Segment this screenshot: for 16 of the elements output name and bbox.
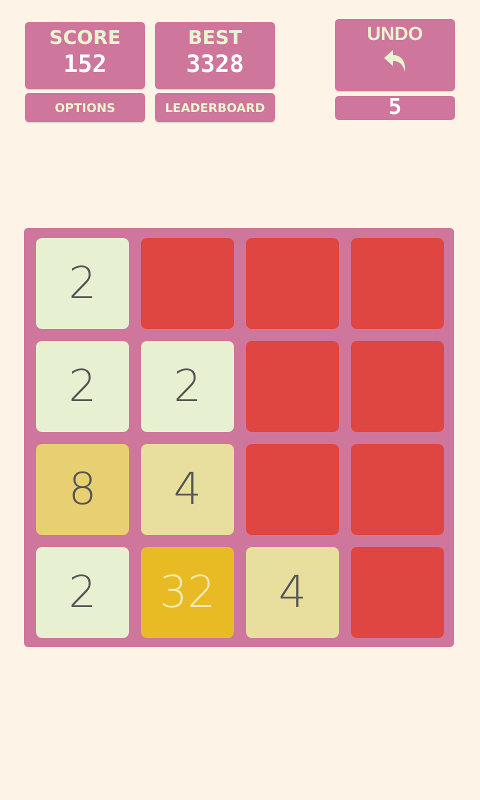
best-label: BEST <box>188 27 242 49</box>
number-tile: 4 <box>141 444 234 535</box>
number-tile: 2 <box>36 547 129 638</box>
number-tile: 2 <box>141 341 234 432</box>
best-value: 3328 <box>186 49 244 79</box>
number-tile: 2 <box>36 341 129 432</box>
number-tile: 2 <box>36 238 129 329</box>
undo-button[interactable]: UNDO <box>335 19 455 91</box>
undo-count: 5 <box>335 96 455 120</box>
score-value: 152 <box>63 49 107 79</box>
number-tile: 4 <box>246 547 339 638</box>
score-label: SCORE <box>49 27 121 49</box>
number-tile: 8 <box>36 444 129 535</box>
leaderboard-button[interactable]: LEADERBOARD <box>155 93 275 122</box>
options-button[interactable]: OPTIONS <box>25 93 145 122</box>
number-tile: 32 <box>141 547 234 638</box>
